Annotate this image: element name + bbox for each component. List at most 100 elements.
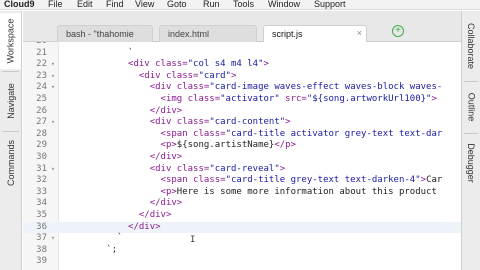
- code-token: </div>: [63, 152, 183, 162]
- code-line[interactable]: 29 <p>${song.artistName}</p>: [23, 140, 461, 152]
- code-line[interactable]: 24 ▾ <div class="card-image waves-effect …: [23, 82, 461, 94]
- code-token: Car: [426, 175, 443, 186]
- tab-bash-label: bash - "thahomie: [66, 29, 134, 39]
- code-token: "col s4 m4 l4": [187, 59, 264, 70]
- code-token: "card": [198, 70, 231, 81]
- code-token: "activator": [220, 94, 280, 104]
- code-token: >: [285, 117, 291, 128]
- code-token: <span: [63, 128, 194, 139]
- code-line[interactable]: 22 ▾ <div class="col s4 m4 l4">: [23, 59, 461, 71]
- code-line[interactable]: 36 </div>: [23, 221, 461, 234]
- panel-divider: [464, 81, 478, 82]
- code-token: </div>: [63, 210, 172, 220]
- code-text: <div class="card">: [63, 70, 237, 83]
- code-line[interactable]: 23 ▾ <div class="card">: [23, 71, 461, 83]
- fold-arrow-icon[interactable]: ▾: [49, 71, 57, 83]
- menu-support[interactable]: Support: [314, 0, 346, 9]
- code-token: "card-title grey-text text-darken-4": [225, 175, 421, 186]
- code-line[interactable]: 30 </div>: [23, 152, 461, 164]
- code-line[interactable]: 34 </div>: [23, 198, 461, 210]
- code-token: "card-content": [209, 117, 286, 128]
- panel-tab-workspace-label: Workspace: [5, 18, 16, 64]
- panel-tab-navigate-label: Navigate: [5, 83, 16, 119]
- panel-divider: [2, 131, 19, 132]
- code-token: class=: [155, 59, 188, 70]
- line-number: 27: [36, 117, 47, 128]
- code-text: <div class="card-content">: [63, 117, 291, 129]
- line-number: 34: [36, 198, 47, 209]
- panel-tab-outline-label: Outline: [466, 92, 476, 122]
- left-panel: Workspace Navigate Commands: [0, 11, 22, 270]
- code-token: <span: [63, 175, 194, 186]
- code-token: Here is some more information about this…: [176, 186, 437, 197]
- code-token: class=: [176, 82, 210, 93]
- code-line[interactable]: 39: [23, 256, 461, 268]
- fold-arrow-icon[interactable]: ▾: [49, 164, 57, 176]
- line-number: 36: [36, 221, 47, 232]
- panel-tab-debugger[interactable]: Debugger: [462, 137, 480, 189]
- tab-index-html[interactable]: index.html: [159, 25, 257, 42]
- panel-tab-navigate[interactable]: Navigate: [0, 73, 21, 129]
- code-line[interactable]: 35 </div>: [23, 210, 461, 222]
- code-text: </div>: [63, 222, 161, 234]
- code-line[interactable]: 25 <img class="activator" src="${song.ar…: [23, 94, 461, 106]
- code-token: "card-title activator grey-text text-dar: [225, 128, 443, 139]
- menu-edit[interactable]: Edit: [77, 0, 93, 9]
- panel-tab-collaborate[interactable]: Collaborate: [462, 15, 480, 77]
- code-text: <p>${song.artistName}</p>: [63, 140, 297, 152]
- code-line[interactable]: 32 <span class="card-title grey-text tex…: [23, 175, 461, 187]
- close-tab-icon[interactable]: ×: [357, 28, 362, 38]
- code-line[interactable]: 33 <p>Here is some more information abou…: [23, 187, 461, 199]
- line-number: 24: [36, 82, 47, 93]
- code-line[interactable]: 21 `: [23, 48, 461, 60]
- panel-tab-workspace[interactable]: Workspace: [0, 13, 21, 69]
- fold-arrow-icon[interactable]: ▾: [49, 233, 57, 245]
- line-number: 28: [36, 128, 47, 139]
- menu-tools[interactable]: Tools: [233, 0, 254, 9]
- menu-run[interactable]: Run: [203, 0, 220, 9]
- panel-tab-commands-label: Commands: [5, 139, 16, 187]
- code-token: >: [263, 59, 269, 70]
- code-token: ${song.artistName}: [176, 140, 275, 151]
- panel-divider: [2, 71, 19, 72]
- code-line[interactable]: 28 <span class="card-title activator gre…: [23, 129, 461, 141]
- code-token: </div>: [63, 221, 161, 232]
- tab-index-html-label: index.html: [168, 29, 210, 39]
- code-token: `: [63, 42, 133, 46]
- code-line[interactable]: 37 ▾ `: [23, 233, 461, 245]
- fold-arrow-icon[interactable]: ▾: [49, 82, 57, 94]
- code-line[interactable]: 38 `;: [23, 245, 461, 257]
- panel-tab-outline[interactable]: Outline: [462, 85, 480, 129]
- menu-find[interactable]: Find: [106, 0, 124, 9]
- code-editor[interactable]: 20 `21 `22▾ <div class="col s4 m4 l4">23…: [23, 42, 461, 270]
- tab-bash[interactable]: bash - "thahomie: [57, 25, 153, 42]
- code-text: <div class="col s4 m4 l4">: [63, 59, 269, 71]
- menu-window[interactable]: Window: [268, 0, 300, 9]
- code-line[interactable]: 31 ▾ <div class="card-reveal">: [23, 164, 461, 176]
- fold-arrow-icon[interactable]: ▾: [49, 59, 57, 71]
- fold-arrow-icon[interactable]: ▾: [49, 117, 57, 129]
- tab-script-js[interactable]: script.js ×: [263, 25, 367, 42]
- code-token: `: [63, 233, 123, 244]
- code-text: <div class="card-reveal">: [63, 163, 286, 176]
- code-token: class=: [187, 94, 221, 104]
- code-token: `;: [63, 244, 118, 255]
- menu-file[interactable]: File: [48, 0, 63, 9]
- line-number: 23: [36, 70, 47, 81]
- menu-goto[interactable]: Goto: [167, 0, 187, 9]
- code-token: class=: [176, 163, 210, 174]
- code-text: </div>: [63, 152, 183, 164]
- code-line[interactable]: 27 ▾ <div class="card-content">: [23, 117, 461, 129]
- code-text: `: [63, 48, 133, 60]
- line-number: 25: [36, 94, 47, 104]
- panel-tab-commands[interactable]: Commands: [0, 133, 21, 193]
- menu-bar: Cloud9 File Edit Find View Goto Run Tool…: [0, 0, 480, 10]
- app-logo[interactable]: Cloud9: [4, 0, 35, 9]
- add-tab-icon[interactable]: +: [392, 25, 404, 37]
- code-line[interactable]: 26 </div>: [23, 106, 461, 118]
- line-number: 38: [36, 244, 47, 255]
- code-token: class=: [176, 117, 210, 128]
- code-token: </div>: [63, 105, 183, 116]
- code-token: "${song.artworkUrl100}": [306, 94, 432, 104]
- menu-view[interactable]: View: [135, 0, 154, 9]
